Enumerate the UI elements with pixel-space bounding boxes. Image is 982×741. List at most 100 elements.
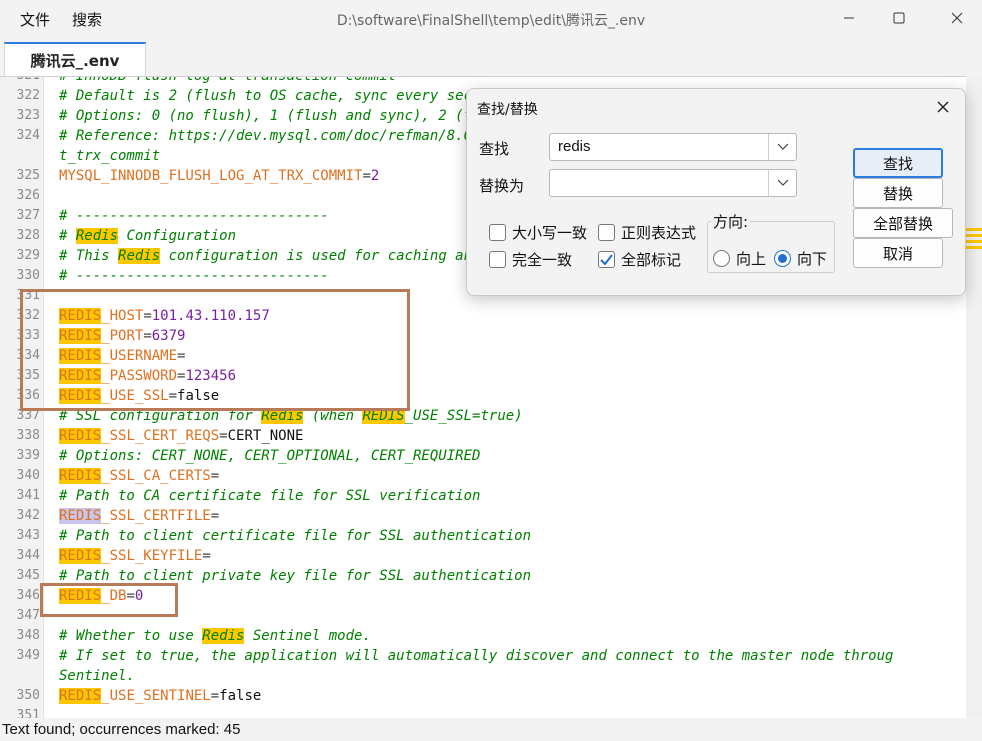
editor-line[interactable]: 348 # Whether to use Redis Sentinel mode. bbox=[0, 626, 966, 646]
menu-file[interactable]: 文件 bbox=[20, 9, 50, 30]
editor-line[interactable]: Sentinel. bbox=[0, 666, 966, 686]
line-number: 328 bbox=[16, 228, 40, 243]
mark-all-checkbox[interactable]: 全部标记 bbox=[598, 249, 681, 270]
editor-line[interactable]: 340 REDIS_SSL_CA_CERTS= bbox=[0, 466, 966, 486]
find-dropdown-button[interactable] bbox=[768, 134, 796, 160]
line-number: 351 bbox=[16, 708, 40, 718]
editor-line[interactable]: 349 # If set to true, the application wil… bbox=[0, 646, 966, 666]
editor-line[interactable]: 344 REDIS_SSL_KEYFILE= bbox=[0, 546, 966, 566]
checkbox-label: 大小写一致 bbox=[512, 224, 588, 242]
line-number: 330 bbox=[16, 268, 40, 283]
line-number: 348 bbox=[16, 628, 40, 643]
editor-line[interactable]: 342 REDIS_SSL_CERTFILE= bbox=[0, 506, 966, 526]
line-code: REDIS_SSL_CERTFILE= bbox=[59, 508, 220, 524]
line-code: # Redis Configuration bbox=[59, 228, 237, 244]
replace-all-button[interactable]: 全部替换 bbox=[853, 208, 953, 238]
line-code: REDIS_USE_SENTINEL=false bbox=[59, 688, 262, 704]
minimize-button[interactable] bbox=[826, 0, 872, 36]
line-number: 324 bbox=[16, 128, 40, 143]
line-number: 322 bbox=[16, 88, 40, 103]
close-icon bbox=[937, 101, 949, 113]
line-code: # Whether to use Redis Sentinel mode. bbox=[59, 628, 371, 644]
line-code: # InnoDB flush log at transaction commit bbox=[59, 76, 397, 84]
radio-circle bbox=[713, 250, 730, 267]
chevron-down-icon bbox=[777, 143, 788, 150]
line-code: # Default is 2 (flush to OS cache, sync … bbox=[59, 88, 506, 104]
line-code: # Options: CERT_NONE, CERT_OPTIONAL, CER… bbox=[59, 448, 481, 464]
editor-line[interactable]: 341 # Path to CA certificate file for SSL… bbox=[0, 486, 966, 506]
whole-word-checkbox[interactable]: 完全一致 bbox=[489, 249, 572, 270]
line-number: 339 bbox=[16, 448, 40, 463]
dialog-close-button[interactable] bbox=[929, 93, 957, 121]
line-code: Sentinel. bbox=[59, 668, 135, 684]
scrollbar-match-marker bbox=[966, 228, 982, 231]
cancel-button[interactable]: 取消 bbox=[853, 238, 943, 268]
radio-circle bbox=[774, 250, 791, 267]
direction-label: 方向: bbox=[711, 211, 751, 232]
line-code: # ------------------------------ bbox=[59, 268, 329, 284]
editor-line[interactable]: 321 # InnoDB flush log at transaction com… bbox=[0, 76, 966, 86]
line-code: MYSQL_INNODB_FLUSH_LOG_AT_TRX_COMMIT=2 bbox=[59, 168, 380, 184]
editor-line[interactable]: 338 REDIS_SSL_CERT_REQS=CERT_NONE bbox=[0, 426, 966, 446]
line-number: 350 bbox=[16, 688, 40, 703]
status-bar: Text found; occurrences marked: 45 bbox=[0, 718, 982, 741]
direction-up-radio[interactable]: 向上 bbox=[713, 248, 766, 269]
radio-label: 向下 bbox=[797, 250, 828, 268]
line-code: # Path to client certificate file for SS… bbox=[59, 528, 532, 544]
line-number: 342 bbox=[16, 508, 40, 523]
line-number: 346 bbox=[16, 588, 40, 603]
line-code: REDIS_SSL_CA_CERTS= bbox=[59, 468, 220, 484]
line-code: # Path to CA certificate file for SSL ve… bbox=[59, 488, 481, 504]
tab-bar: 腾讯云_.env bbox=[0, 38, 982, 76]
editor-line[interactable]: 343 # Path to client certificate file for… bbox=[0, 526, 966, 546]
dialog-title: 查找/替换 bbox=[477, 102, 538, 118]
editor-line[interactable]: 350 REDIS_USE_SENTINEL=false bbox=[0, 686, 966, 706]
line-code: REDIS_SSL_CERT_REQS=CERT_NONE bbox=[59, 428, 304, 444]
checkmark-icon bbox=[600, 254, 613, 265]
annotation-box bbox=[20, 289, 410, 411]
title-bar: 文件 搜索 D:\software\FinalShell\temp\edit\腾… bbox=[0, 0, 982, 38]
replace-dropdown-button[interactable] bbox=[768, 170, 796, 196]
replace-label: 替换为 bbox=[479, 177, 525, 195]
line-code: # If set to true, the application will a… bbox=[59, 648, 894, 664]
scrollbar-match-marker bbox=[966, 240, 982, 243]
line-number: 327 bbox=[16, 208, 40, 223]
scrollbar-match-marker bbox=[966, 234, 982, 237]
annotation-box bbox=[40, 583, 178, 617]
app-window: 文件 搜索 D:\software\FinalShell\temp\edit\腾… bbox=[0, 0, 982, 741]
menu-search[interactable]: 搜索 bbox=[72, 9, 102, 30]
checkbox-box bbox=[489, 251, 506, 268]
line-number: 329 bbox=[16, 248, 40, 263]
line-code: t_trx_commit bbox=[59, 148, 161, 164]
line-number: 343 bbox=[16, 528, 40, 543]
direction-down-radio[interactable]: 向下 bbox=[774, 248, 827, 269]
find-input[interactable]: redis bbox=[549, 133, 797, 161]
checkbox-box bbox=[489, 224, 506, 241]
match-case-checkbox[interactable]: 大小写一致 bbox=[489, 222, 587, 243]
regex-checkbox[interactable]: 正则表达式 bbox=[598, 222, 696, 243]
replace-input[interactable] bbox=[549, 169, 797, 197]
maximize-icon bbox=[893, 12, 905, 24]
find-input-value: redis bbox=[558, 138, 591, 155]
line-number: 323 bbox=[16, 108, 40, 123]
line-code: REDIS_SSL_KEYFILE= bbox=[59, 548, 211, 564]
checkbox-label: 正则表达式 bbox=[621, 224, 697, 242]
vertical-scrollbar[interactable] bbox=[966, 76, 982, 718]
line-number: 344 bbox=[16, 548, 40, 563]
line-number: 325 bbox=[16, 168, 40, 183]
editor-line[interactable]: 339 # Options: CERT_NONE, CERT_OPTIONAL, … bbox=[0, 446, 966, 466]
checkbox-label: 完全一致 bbox=[512, 251, 573, 269]
find-label: 查找 bbox=[479, 140, 510, 158]
replace-button[interactable]: 替换 bbox=[853, 178, 943, 208]
line-number: 341 bbox=[16, 488, 40, 503]
minimize-icon bbox=[844, 17, 854, 19]
close-icon bbox=[951, 12, 963, 24]
line-number: 345 bbox=[16, 568, 40, 583]
line-number: 338 bbox=[16, 428, 40, 443]
tab-env-file[interactable]: 腾讯云_.env bbox=[4, 42, 146, 76]
line-code: # ------------------------------ bbox=[59, 208, 329, 224]
close-window-button[interactable] bbox=[934, 0, 980, 36]
maximize-button[interactable] bbox=[876, 0, 922, 36]
editor-line[interactable]: 351 bbox=[0, 706, 966, 718]
find-button[interactable]: 查找 bbox=[853, 148, 943, 178]
